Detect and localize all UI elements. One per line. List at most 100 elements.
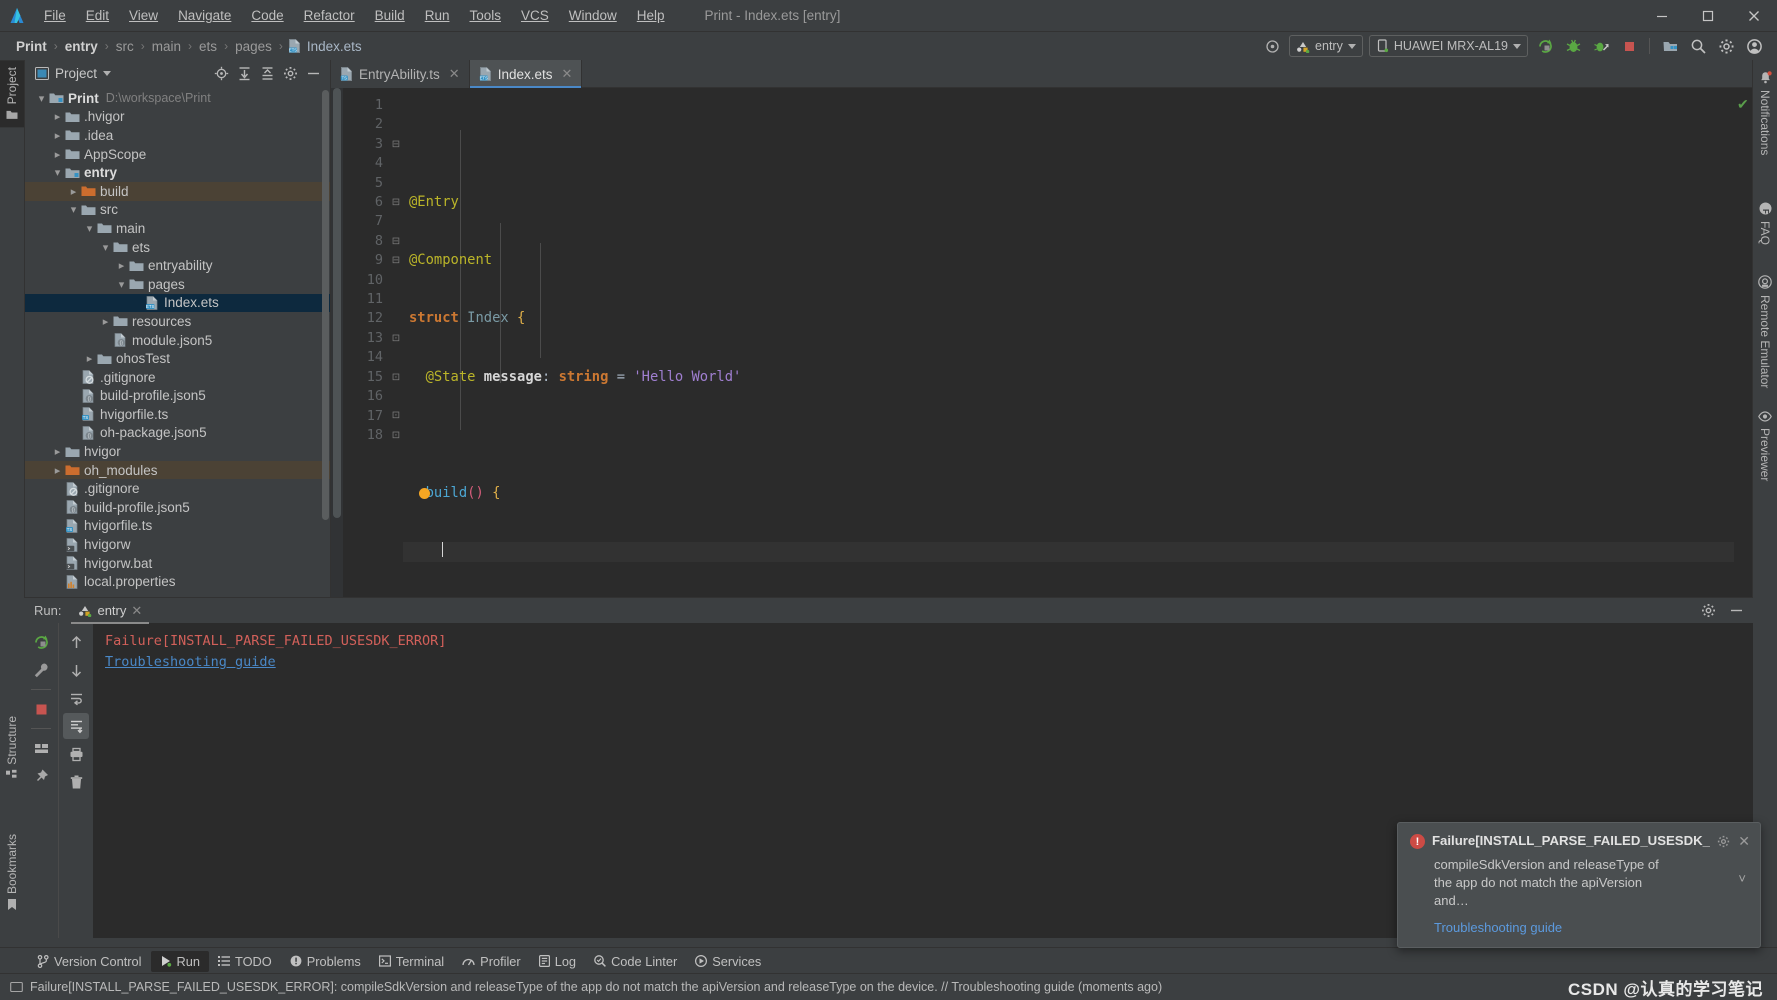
close-icon[interactable]: ✕ <box>449 66 460 82</box>
breadcrumb-item-src[interactable]: src <box>114 39 136 54</box>
inspection-ok-icon[interactable]: ✔ <box>1737 96 1749 113</box>
tree-row--hvigor[interactable]: ▸.hvigor <box>25 108 330 127</box>
tree-row-entry[interactable]: ▾entry <box>25 163 330 182</box>
project-tree-scrollbar[interactable] <box>322 90 329 520</box>
breadcrumb-item-ets[interactable]: ets <box>197 39 219 54</box>
sidebar-item-bookmarks[interactable]: Bookmarks <box>0 827 24 918</box>
tree-row-main[interactable]: ▾main <box>25 219 330 238</box>
chevron-right-icon[interactable]: ▸ <box>83 352 96 365</box>
fold-end-column[interactable]: ⊡ <box>389 329 403 348</box>
sidebar-item-structure[interactable]: Structure <box>0 709 24 788</box>
breadcrumb-item-pages[interactable]: pages <box>233 39 274 54</box>
fold-end-build[interactable]: ⊡ <box>389 406 403 425</box>
hide-panel-icon[interactable] <box>302 63 324 85</box>
fold-marker-build[interactable]: ⊟ <box>389 193 403 212</box>
run-session-tab[interactable]: entry ✕ <box>71 601 149 621</box>
code-line-7[interactable] <box>403 542 1734 561</box>
tree-row-hvigorfile-ts[interactable]: TShvigorfile.ts <box>25 517 330 536</box>
bottom-tab-version-control[interactable]: Version Control <box>28 951 151 972</box>
sidebar-item-project[interactable]: Project <box>0 60 24 127</box>
tree-row-module-json5[interactable]: {}module.json5 <box>25 331 330 350</box>
scroll-up-icon[interactable] <box>63 629 89 655</box>
tree-row-local-properties[interactable]: local.properties <box>25 572 330 591</box>
intention-bulb-icon[interactable] <box>419 488 430 499</box>
bottom-tab-profiler[interactable]: Profiler <box>453 951 530 972</box>
breadcrumb-item-main[interactable]: main <box>150 39 183 54</box>
menu-view[interactable]: View <box>119 5 168 26</box>
menu-vcs[interactable]: VCS <box>511 5 559 26</box>
bottom-tab-run[interactable]: Run <box>151 951 209 972</box>
chevron-right-icon[interactable]: ▸ <box>51 110 64 123</box>
stop-icon[interactable] <box>1618 35 1640 57</box>
clear-all-icon[interactable] <box>63 769 89 795</box>
scroll-to-end-icon[interactable] <box>63 713 89 739</box>
close-icon[interactable]: ✕ <box>1738 833 1750 850</box>
tree-row--idea[interactable]: ▸.idea <box>25 126 330 145</box>
menu-navigate[interactable]: Navigate <box>168 5 241 26</box>
tree-row-hvigorw[interactable]: hvigorw <box>25 535 330 554</box>
search-icon[interactable] <box>1687 35 1709 57</box>
tree-row-hvigor[interactable]: ▸hvigor <box>25 442 330 461</box>
bottom-tab-todo[interactable]: TODO <box>209 951 281 972</box>
chevron-right-icon[interactable]: ▸ <box>99 315 112 328</box>
sidebar-item-notifications[interactable]: Notifications <box>1753 64 1777 162</box>
expand-all-icon[interactable] <box>233 63 255 85</box>
chevron-down-icon[interactable]: ▾ <box>67 203 80 216</box>
fold-marker-row[interactable]: ⊟ <box>389 232 403 251</box>
settings-icon[interactable] <box>1715 35 1737 57</box>
close-icon[interactable]: ✕ <box>131 603 142 619</box>
menu-refactor[interactable]: Refactor <box>294 5 365 26</box>
soft-wrap-icon[interactable] <box>63 685 89 711</box>
tree-row-build[interactable]: ▸build <box>25 182 330 201</box>
chevron-down-icon[interactable]: ▾ <box>83 222 96 235</box>
edit-configuration-icon[interactable] <box>28 657 54 683</box>
console-line-link[interactable]: Troubleshooting guide <box>105 652 276 673</box>
rerun-icon[interactable] <box>28 629 54 655</box>
locate-icon[interactable] <box>210 63 232 85</box>
tree-row-hvigorfile-ts[interactable]: TShvigorfile.ts <box>25 405 330 424</box>
chevron-right-icon[interactable]: ▸ <box>51 445 64 458</box>
editor-tab-index[interactable]: ETS Index.ets ✕ <box>470 60 583 88</box>
stop-icon[interactable] <box>28 696 54 722</box>
print-icon[interactable] <box>63 741 89 767</box>
chevron-right-icon[interactable]: ▸ <box>51 464 64 477</box>
fold-end-row[interactable]: ⊡ <box>389 367 403 386</box>
tree-row-oh-package-json5[interactable]: {}oh-package.json5 <box>25 424 330 443</box>
device-manager-icon[interactable] <box>1659 35 1681 57</box>
chevron-right-icon[interactable]: ▸ <box>51 129 64 142</box>
tree-row-appscope[interactable]: ▸AppScope <box>25 145 330 164</box>
tree-row-entryability[interactable]: ▸entryability <box>25 256 330 275</box>
status-message[interactable]: Failure[INSTALL_PARSE_FAILED_USESDK_ERRO… <box>30 980 1162 994</box>
chevron-right-icon[interactable]: ▸ <box>67 185 80 198</box>
fold-marker-column[interactable]: ⊟ <box>389 251 403 270</box>
tree-row-src[interactable]: ▾src <box>25 201 330 220</box>
bottom-tab-log[interactable]: Log <box>530 951 585 972</box>
chevron-right-icon[interactable]: ▸ <box>115 259 128 272</box>
gear-icon[interactable] <box>279 63 301 85</box>
tree-row-hvigorw-bat[interactable]: hvigorw.bat <box>25 554 330 573</box>
attach-debugger-icon[interactable] <box>1590 35 1612 57</box>
gear-icon[interactable] <box>1717 835 1730 848</box>
sidebar-item-faq[interactable]: F FAQ <box>1753 195 1777 252</box>
tree-row-pages[interactable]: ▾pages <box>25 275 330 294</box>
chevron-down-icon[interactable] <box>103 71 111 76</box>
menu-run[interactable]: Run <box>415 5 460 26</box>
sidebar-item-previewer[interactable]: Previewer <box>1753 404 1777 488</box>
close-button[interactable] <box>1731 0 1777 31</box>
editor-scroll-thumb[interactable] <box>333 88 341 518</box>
device-selector[interactable]: HUAWEI MRX-AL19 <box>1369 35 1528 57</box>
menu-help[interactable]: Help <box>627 5 675 26</box>
tree-row-resources[interactable]: ▸resources <box>25 312 330 331</box>
chevron-down-icon[interactable]: ˅ <box>1738 871 1746 886</box>
toast-link[interactable]: Troubleshooting guide <box>1434 920 1750 935</box>
sidebar-item-remote-emulator[interactable]: Remote Emulator <box>1753 268 1777 395</box>
menu-file[interactable]: File <box>34 5 76 26</box>
fold-end-struct[interactable]: ⊡ <box>389 426 403 445</box>
maximize-button[interactable] <box>1685 0 1731 31</box>
chevron-right-icon[interactable]: ▸ <box>51 148 64 161</box>
debug-icon[interactable] <box>1562 35 1584 57</box>
bottom-tab-terminal[interactable]: Terminal <box>370 951 453 972</box>
tree-row-print[interactable]: ▾PrintD:\workspace\Print <box>25 89 330 108</box>
minimize-button[interactable] <box>1639 0 1685 31</box>
pin-icon[interactable] <box>28 763 54 789</box>
